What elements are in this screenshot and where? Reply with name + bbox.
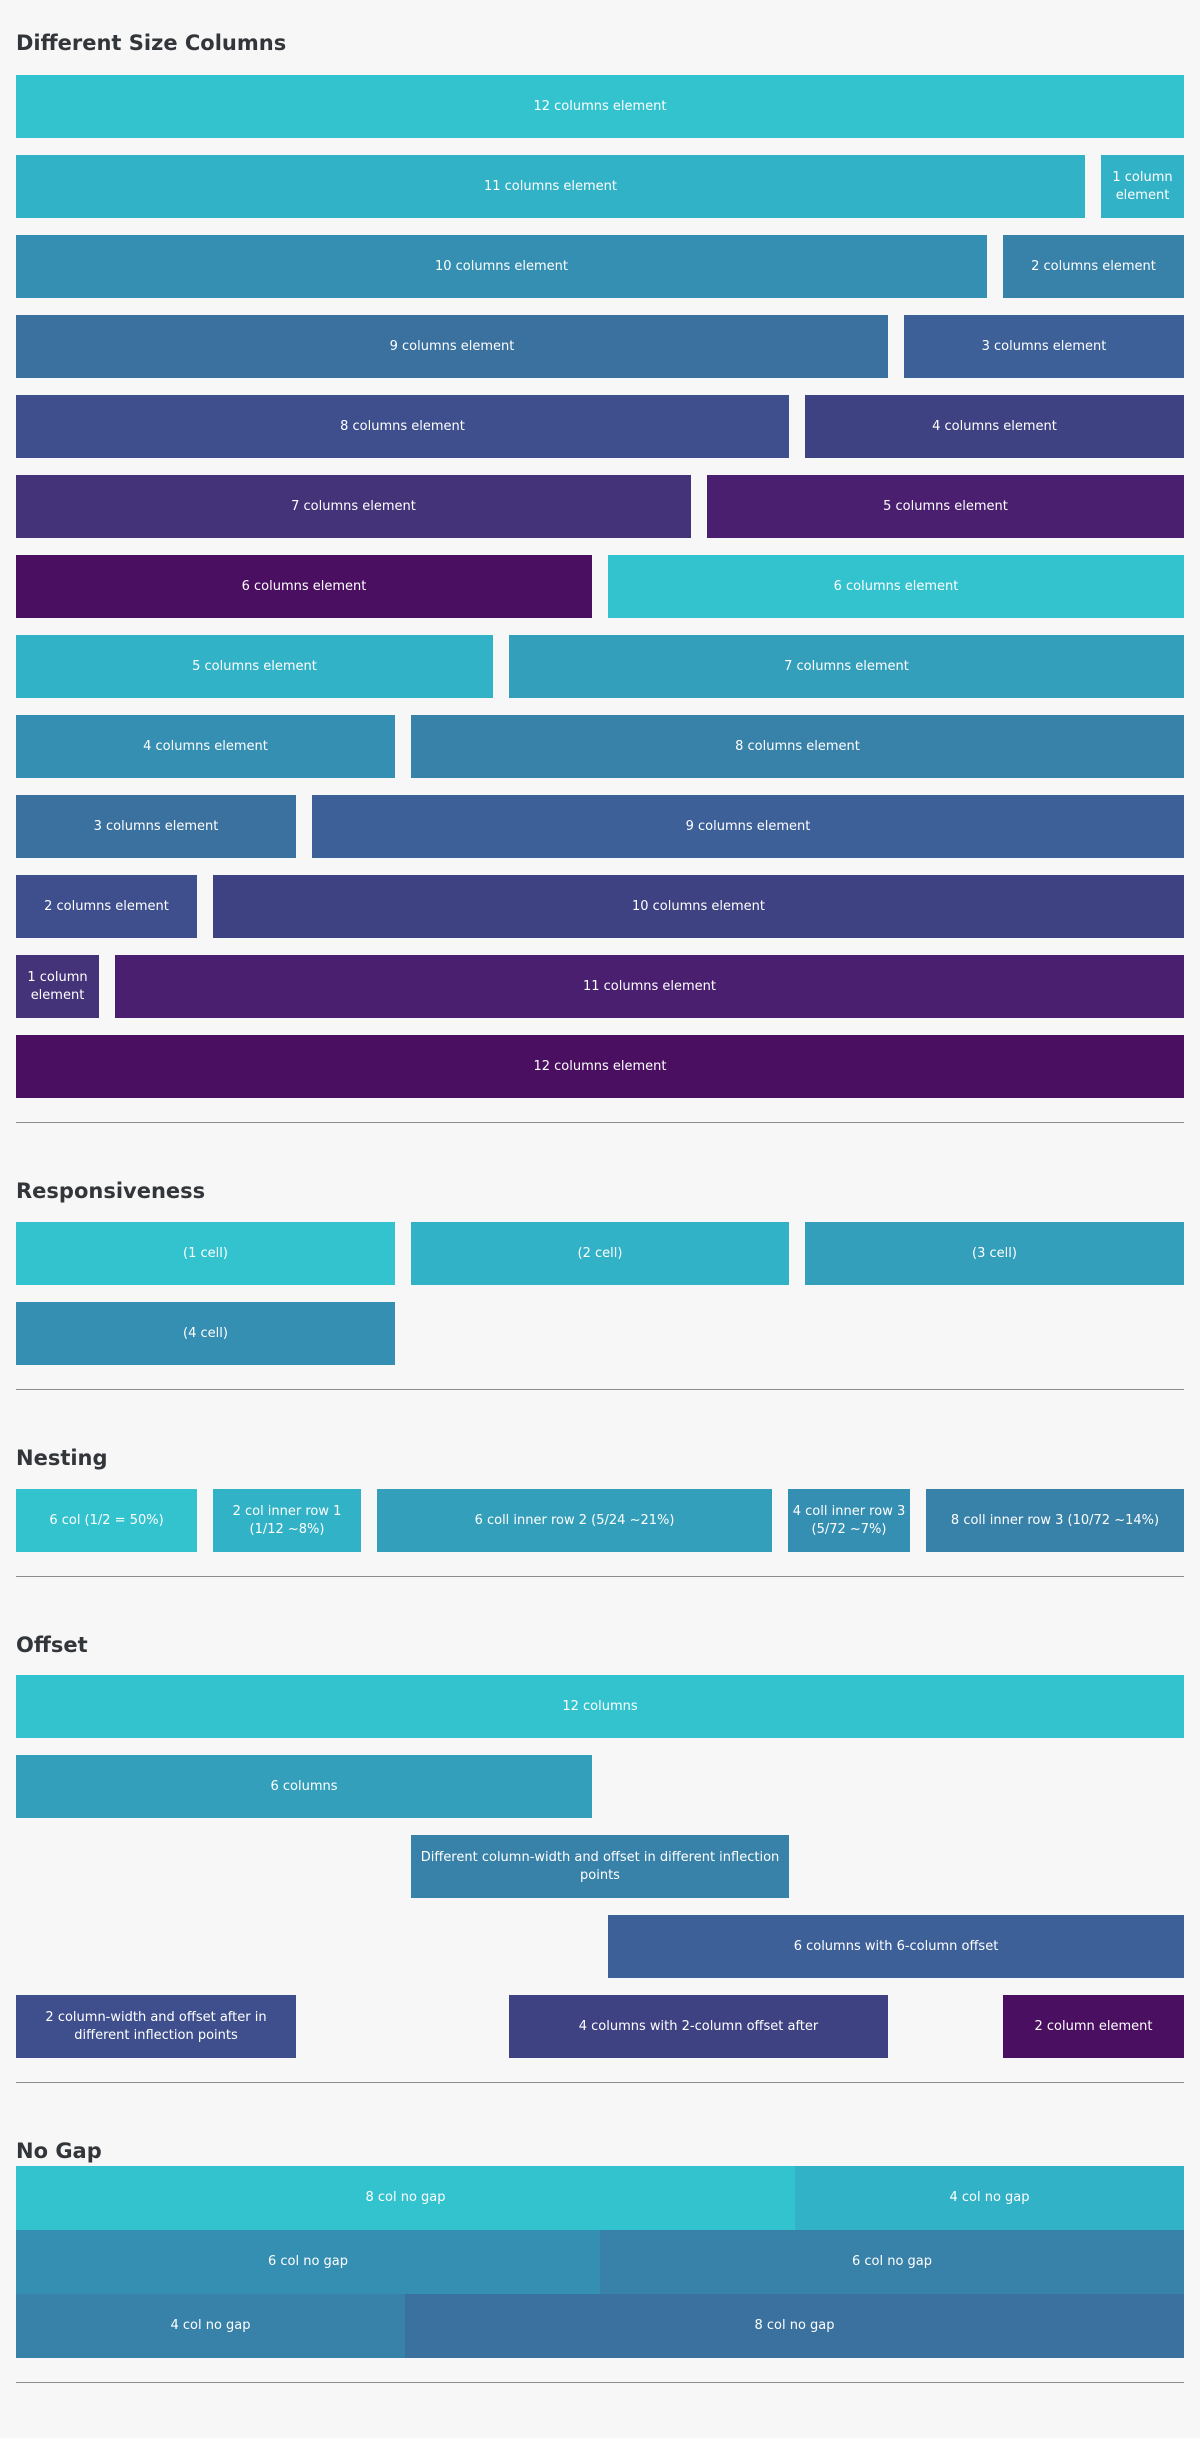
no-gap-cell-6-col: 6 col no gap — [600, 2230, 1184, 2294]
no-gap-cell-8-col: 8 col no gap — [16, 2166, 795, 2230]
grid-cell-7-col: 7 columns element — [509, 635, 1184, 698]
offset-cell-12-col: 12 columns — [16, 1675, 1184, 1738]
grid-cell-5-col: 5 columns element — [16, 635, 493, 698]
section-divider — [16, 2382, 1184, 2383]
offset-cell-different-widths: Different column-width and offset in dif… — [411, 1835, 789, 1898]
section-title-responsiveness: Responsiveness — [16, 1179, 206, 1203]
grid-cell-3-col: 3 columns element — [16, 795, 296, 858]
responsive-cell: (1 cell) — [16, 1222, 395, 1285]
grid-cell-5-col: 5 columns element — [707, 475, 1184, 538]
grid-cell-4-col: 4 columns element — [805, 395, 1184, 458]
nesting-cell-inner-row-2: 6 coll inner row 2 (5/24 ~21%) — [377, 1489, 772, 1552]
nesting-cell-outer: 6 col (1/2 = 50%) — [16, 1489, 197, 1552]
responsive-cell: (2 cell) — [411, 1222, 789, 1285]
grid-demo-page: Different Size Columns 12 columns elemen… — [0, 0, 1200, 2438]
offset-cell-6-col-offset: 6 columns with 6-column offset — [608, 1915, 1184, 1978]
grid-cell-2-col: 2 columns element — [1003, 235, 1184, 298]
no-gap-cell-4-col: 4 col no gap — [795, 2166, 1184, 2230]
section-title-different-size-columns: Different Size Columns — [16, 31, 287, 55]
grid-cell-1-col: 1 column element — [1101, 155, 1184, 218]
grid-cell-10-col: 10 columns element — [16, 235, 987, 298]
no-gap-cell-8-col: 8 col no gap — [405, 2294, 1184, 2358]
grid-cell-1-col: 1 column element — [16, 955, 99, 1018]
nesting-cell-inner-row-3: 8 coll inner row 3 (10/72 ~14%) — [926, 1489, 1184, 1552]
grid-cell-8-col: 8 columns element — [16, 395, 789, 458]
grid-cell-3-col: 3 columns element — [904, 315, 1184, 378]
grid-cell-11-col: 11 columns element — [115, 955, 1184, 1018]
grid-cell-8-col: 8 columns element — [411, 715, 1184, 778]
section-title-offset: Offset — [16, 1633, 88, 1657]
responsive-cell: (3 cell) — [805, 1222, 1184, 1285]
section-title-nesting: Nesting — [16, 1446, 108, 1470]
grid-cell-6-col: 6 columns element — [16, 555, 592, 618]
offset-cell-4-col-offset-after: 4 columns with 2-column offset after — [509, 1995, 888, 2058]
nesting-cell-inner-row-1: 2 col inner row 1 (1/12 ~8%) — [213, 1489, 361, 1552]
grid-cell-12-col: 12 columns element — [16, 75, 1184, 138]
no-gap-cell-6-col: 6 col no gap — [16, 2230, 600, 2294]
section-divider — [16, 1389, 1184, 1390]
grid-cell-10-col: 10 columns element — [213, 875, 1184, 938]
grid-cell-9-col: 9 columns element — [16, 315, 888, 378]
section-divider — [16, 1122, 1184, 1123]
offset-cell-2-col-offset-after: 2 column-width and offset after in diffe… — [16, 1995, 296, 2058]
grid-cell-2-col: 2 columns element — [16, 875, 197, 938]
grid-cell-6-col: 6 columns element — [608, 555, 1184, 618]
section-divider — [16, 1576, 1184, 1577]
section-divider — [16, 2082, 1184, 2083]
section-title-no-gap: No Gap — [16, 2139, 102, 2163]
no-gap-cell-4-col: 4 col no gap — [16, 2294, 405, 2358]
grid-cell-9-col: 9 columns element — [312, 795, 1184, 858]
offset-cell-6-col: 6 columns — [16, 1755, 592, 1818]
grid-cell-4-col: 4 columns element — [16, 715, 395, 778]
grid-cell-11-col: 11 columns element — [16, 155, 1085, 218]
grid-cell-12-col: 12 columns element — [16, 1035, 1184, 1098]
offset-cell-2-col: 2 column element — [1003, 1995, 1184, 2058]
responsive-cell: (4 cell) — [16, 1302, 395, 1365]
grid-cell-7-col: 7 columns element — [16, 475, 691, 538]
nesting-cell-inner-row-3: 4 coll inner row 3 (5/72 ~7%) — [788, 1489, 910, 1552]
